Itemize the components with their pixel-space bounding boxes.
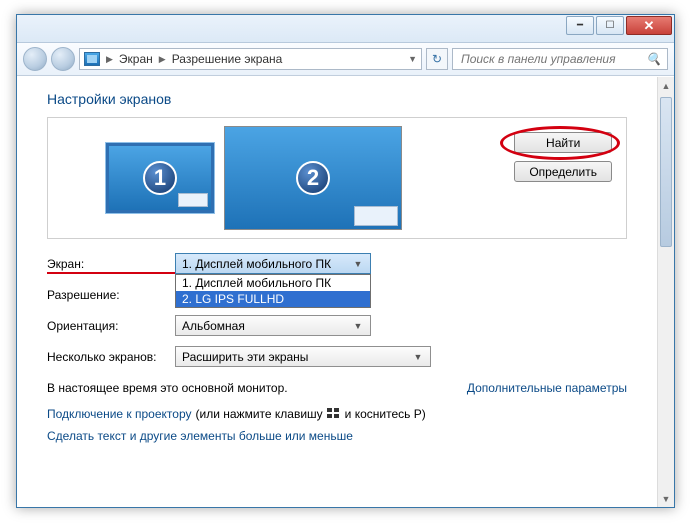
find-button[interactable]: Найти xyxy=(514,132,612,153)
scroll-down-arrow[interactable]: ▼ xyxy=(658,490,674,507)
window-frame: ━ ☐ ✕ ▶ Экран ▶ Разрешение экрана ▼ ↻ 🔍 … xyxy=(16,14,675,508)
close-icon: ✕ xyxy=(644,18,655,34)
maximize-icon: ☐ xyxy=(606,20,615,31)
orientation-select-value: Альбомная xyxy=(182,319,245,333)
main-monitor-text: В настоящее время это основной монитор. xyxy=(47,381,288,395)
chevron-down-icon: ▼ xyxy=(350,318,366,334)
minimize-button[interactable]: ━ xyxy=(566,16,594,35)
display-dropdown: 1. Дисплей мобильного ПК 2. LG IPS FULLH… xyxy=(175,274,371,308)
back-button[interactable] xyxy=(23,47,47,71)
projector-link[interactable]: Подключение к проектору xyxy=(47,407,192,421)
text-size-link[interactable]: Сделать текст и другие элементы больше и… xyxy=(47,429,353,443)
address-bar[interactable]: ▶ Экран ▶ Разрешение экрана ▼ xyxy=(79,48,422,70)
chevron-down-icon[interactable]: ▼ xyxy=(408,54,417,64)
refresh-icon: ↻ xyxy=(432,52,442,66)
monitor-2[interactable]: 2 xyxy=(224,126,402,230)
chevron-right-icon: ▶ xyxy=(106,54,113,65)
scrollbar-thumb[interactable] xyxy=(660,97,672,247)
settings-form: Экран: 1. Дисплей мобильного ПК ▼ 1. Дис… xyxy=(47,253,627,367)
projector-hint-a: (или нажмите клавишу xyxy=(196,407,323,421)
navbar: ▶ Экран ▶ Разрешение экрана ▼ ↻ 🔍 xyxy=(17,43,674,76)
display-label: Экран: xyxy=(47,257,175,271)
search-icon[interactable]: 🔍 xyxy=(646,52,661,66)
minimize-icon: ━ xyxy=(577,20,583,31)
content-area: Настройки экранов 1 2 Найти Определить Э… xyxy=(17,77,657,507)
display-option-1[interactable]: 1. Дисплей мобильного ПК xyxy=(176,275,370,291)
refresh-button[interactable]: ↻ xyxy=(426,48,448,70)
search-box[interactable]: 🔍 xyxy=(452,48,668,70)
identify-button[interactable]: Определить xyxy=(514,161,612,182)
titlebar: ━ ☐ ✕ xyxy=(17,15,674,43)
multi-display-value: Расширить эти экраны xyxy=(182,350,308,364)
display-select[interactable]: 1. Дисплей мобильного ПК ▼ 1. Дисплей мо… xyxy=(175,253,371,274)
close-button[interactable]: ✕ xyxy=(626,16,672,35)
vertical-scrollbar[interactable]: ▲ ▼ xyxy=(657,77,674,507)
monitor-taskbar-deco xyxy=(178,193,208,207)
resolution-label: Разрешение: xyxy=(47,288,175,302)
chevron-down-icon: ▼ xyxy=(350,256,366,272)
page-title: Настройки экранов xyxy=(47,91,627,107)
monitor-number-badge: 1 xyxy=(143,161,177,195)
display-icon xyxy=(84,52,100,66)
breadcrumb-item[interactable]: Разрешение экрана xyxy=(172,52,283,66)
search-input[interactable] xyxy=(459,51,646,67)
chevron-down-icon: ▼ xyxy=(410,349,426,365)
chevron-right-icon: ▶ xyxy=(159,54,166,65)
monitor-1[interactable]: 1 xyxy=(106,143,214,213)
display-option-2[interactable]: 2. LG IPS FULLHD xyxy=(176,291,370,307)
breadcrumb-item[interactable]: Экран xyxy=(119,52,153,66)
windows-key-icon xyxy=(327,408,341,420)
maximize-button[interactable]: ☐ xyxy=(596,16,624,35)
monitor-arrangement[interactable]: 1 2 Найти Определить xyxy=(47,117,627,239)
orientation-select[interactable]: Альбомная ▼ xyxy=(175,315,371,336)
scroll-up-arrow[interactable]: ▲ xyxy=(658,77,674,94)
multi-display-select[interactable]: Расширить эти экраны ▼ xyxy=(175,346,431,367)
orientation-label: Ориентация: xyxy=(47,319,175,333)
display-select-value: 1. Дисплей мобильного ПК xyxy=(182,257,331,271)
monitor-number-badge: 2 xyxy=(296,161,330,195)
advanced-settings-link[interactable]: Дополнительные параметры xyxy=(467,381,627,395)
multi-display-label: Несколько экранов: xyxy=(47,350,175,364)
monitor-taskbar-deco xyxy=(354,206,398,226)
projector-hint-b: и коснитесь P) xyxy=(345,407,426,421)
forward-button[interactable] xyxy=(51,47,75,71)
